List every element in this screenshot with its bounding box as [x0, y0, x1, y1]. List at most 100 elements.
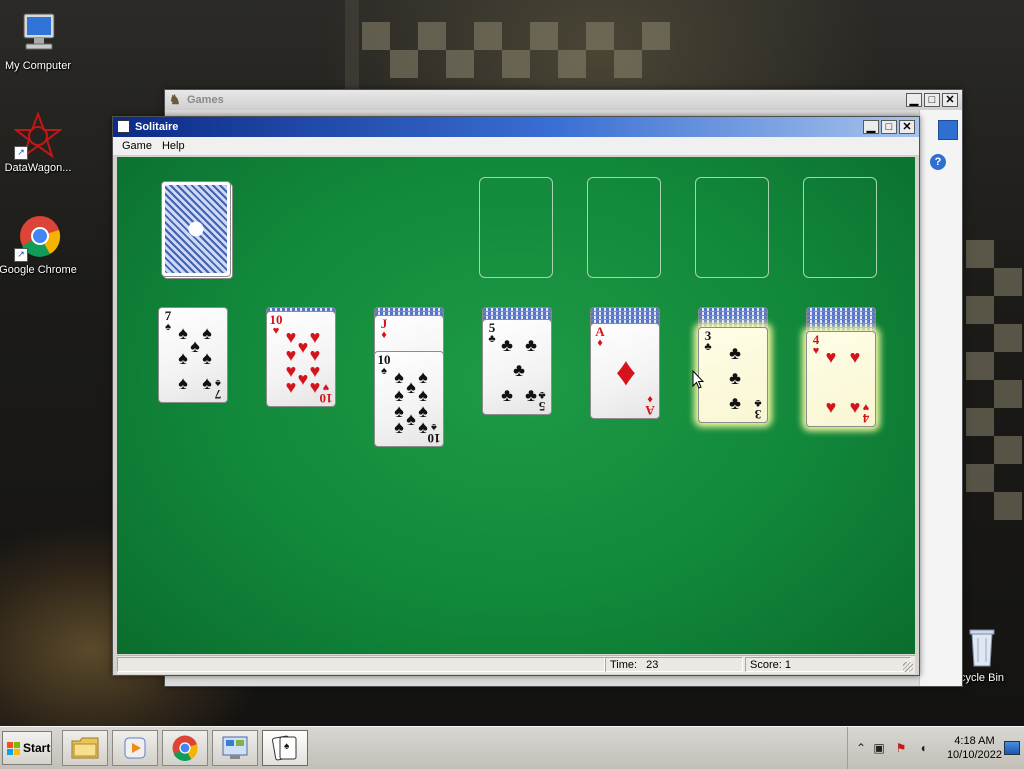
taskbar-control-panel[interactable]	[212, 730, 258, 766]
control-panel-icon	[222, 736, 248, 759]
maximize-button[interactable]: □	[924, 93, 940, 107]
club-icon: ♣	[729, 393, 741, 413]
games-titlebar[interactable]: ♞ Games ▁ □ ✕	[165, 90, 962, 110]
card-corner-top: 4 ♥	[809, 333, 823, 357]
card-corner-top: 10 ♠	[377, 353, 391, 377]
action-center-icon[interactable]: ⚑	[894, 741, 908, 755]
heart-icon: ♥	[825, 347, 837, 367]
card-4-of-hearts[interactable]: 4 ♥ 4 ♥ ♥ ♥ ♥ ♥	[806, 331, 876, 427]
card-a-of-diamonds[interactable]: A ♦ A ♦ ♦	[590, 323, 660, 419]
club-icon: ♣	[488, 333, 496, 345]
card-face: 4 ♥ 4 ♥ ♥ ♥ ♥ ♥	[807, 332, 875, 426]
card-face: 7 ♠ 7 ♠ ♠ ♠ ♠ ♠ ♠ ♠ ♠	[159, 308, 227, 402]
spade-icon: ♠	[165, 321, 171, 333]
clock[interactable]: 4:18 AM 10/10/2022	[947, 734, 1002, 762]
spade-icon: ♠	[381, 365, 387, 377]
card-face: 5 ♣ 5 ♣ ♣ ♣ ♣ ♣ ♣	[483, 320, 551, 414]
card-face: A ♦ A ♦ ♦	[591, 324, 659, 418]
heart-icon: ♥	[849, 397, 861, 417]
foundation-slot-2[interactable]	[587, 177, 661, 278]
card-10-of-spades[interactable]: 10 ♠ 10 ♠ ♠ ♠ ♠ ♠ ♠ ♠ ♠ ♠ ♠ ♠	[374, 351, 444, 447]
club-icon: ♣	[525, 385, 537, 405]
card-corner-top: 3 ♣	[701, 329, 715, 353]
score-value: 1	[784, 659, 791, 671]
show-hidden-icons-icon[interactable]: ⌃	[854, 741, 868, 755]
heart-icon: ♥	[825, 397, 837, 417]
spade-icon: ♠	[394, 417, 404, 437]
volume-icon[interactable]: ◖	[916, 741, 930, 755]
club-icon: ♣	[513, 360, 525, 380]
taskbar-solitaire[interactable]: ♠	[262, 730, 308, 766]
search-icon[interactable]	[938, 120, 958, 140]
clock-date: 10/10/2022	[946, 749, 1002, 761]
spade-icon: ♠	[202, 348, 212, 368]
foundation-slot-3[interactable]	[695, 177, 769, 278]
card-corner-top: 7 ♠	[161, 309, 175, 333]
close-button[interactable]: ✕	[942, 93, 958, 107]
maximize-button[interactable]: □	[881, 120, 897, 134]
card-face: 10 ♠ 10 ♠ ♠ ♠ ♠ ♠ ♠ ♠ ♠ ♠ ♠ ♠	[375, 352, 443, 446]
score-display: Score: 1	[745, 657, 911, 672]
diamond-icon: ♦	[597, 337, 603, 349]
svg-text:♠: ♠	[284, 741, 290, 752]
spade-icon: ♠	[178, 348, 188, 368]
desktop-icon-label: DataWagon...	[4, 162, 72, 174]
datawagon-icon: ↗	[13, 111, 63, 160]
spade-icon: ♠	[178, 373, 188, 393]
card-10-of-hearts[interactable]: 10 ♥ 10 ♥ ♥ ♥ ♥ ♥ ♥ ♥ ♥ ♥ ♥ ♥	[266, 311, 336, 407]
folder-icon	[71, 737, 99, 759]
chrome-icon: ↗	[14, 214, 62, 262]
solitaire-icon: ♠	[272, 735, 297, 761]
network-icon[interactable]: ▣	[872, 741, 886, 755]
club-icon: ♣	[525, 335, 537, 355]
card-rank: A	[645, 403, 655, 418]
desktop-icon-google-chrome[interactable]: ↗ Google Chrome	[0, 214, 78, 276]
card-corner-top: J ♦	[377, 317, 391, 341]
show-desktop-button[interactable]	[1004, 741, 1020, 755]
solitaire-window[interactable]: Solitaire ▁ □ ✕ Game Help 7 ♠ 7 ♠ ♠ ♠ ♠ ♠ ♠ ♠ ♠ 10 ♥…	[112, 116, 920, 676]
taskbar-explorer[interactable]	[62, 730, 108, 766]
card-corner-top: 10 ♥	[269, 313, 283, 337]
foundation-slot-4[interactable]	[803, 177, 877, 278]
club-icon: ♣	[501, 385, 513, 405]
foundation-slot-1[interactable]	[479, 177, 553, 278]
club-icon: ♣	[754, 397, 762, 409]
menu-help[interactable]: Help	[157, 137, 190, 155]
resize-grip[interactable]	[903, 662, 913, 672]
start-label: Start	[23, 741, 51, 755]
heart-icon: ♥	[849, 347, 861, 367]
spade-icon: ♠	[418, 417, 428, 437]
taskbar-media-player[interactable]	[112, 730, 158, 766]
club-icon: ♣	[729, 368, 741, 388]
clock-time: 4:18 AM	[954, 735, 995, 747]
desktop-icon-label: Google Chrome	[0, 264, 77, 276]
game-table[interactable]: 7♠7♠♠♠♠♠♠♠♠10♥10♥♥♥♥♥♥♥♥♥♥♥J♦J♦♦10♠10♠♠♠…	[117, 157, 915, 654]
stock-pile-card[interactable]	[161, 181, 231, 277]
card-corner-top: A ♦	[593, 325, 607, 349]
taskbar-chrome[interactable]	[162, 730, 208, 766]
time-label: Time:	[610, 659, 638, 671]
heart-icon: ♥	[812, 345, 820, 357]
time-display: Time: 23	[605, 657, 743, 672]
close-button[interactable]: ✕	[899, 120, 915, 134]
score-label: Score:	[750, 659, 782, 671]
games-window-title: Games	[187, 94, 224, 106]
card-corner-bottom: A ♦	[643, 393, 657, 418]
minimize-button[interactable]: ▁	[906, 93, 922, 107]
card-7-of-spades[interactable]: 7 ♠ 7 ♠ ♠ ♠ ♠ ♠ ♠ ♠ ♠	[158, 307, 228, 403]
taskbar: Start ♠ ⌃ ▣ ⚑ ◖ 4:18 AM 10/10/2022	[0, 726, 1024, 769]
solitaire-titlebar[interactable]: Solitaire ▁ □ ✕	[113, 117, 919, 137]
card-5-of-clubs[interactable]: 5 ♣ 5 ♣ ♣ ♣ ♣ ♣ ♣	[482, 319, 552, 415]
menu-game[interactable]: Game	[117, 137, 157, 155]
computer-icon	[14, 10, 62, 58]
shortcut-arrow-icon: ↗	[14, 248, 28, 262]
start-button[interactable]: Start	[2, 731, 52, 765]
minimize-button[interactable]: ▁	[863, 120, 879, 134]
media-player-icon	[124, 737, 146, 759]
help-icon[interactable]: ?	[930, 154, 946, 170]
desktop-icon-my-computer[interactable]: My Computer	[0, 10, 78, 72]
desktop-icon-datawagon[interactable]: ↗ DataWagon...	[0, 111, 78, 174]
card-3-of-clubs[interactable]: 3 ♣ 3 ♣ ♣ ♣ ♣	[698, 327, 768, 423]
card-corner-bottom: 3 ♣	[751, 397, 765, 422]
chrome-icon	[172, 735, 198, 762]
